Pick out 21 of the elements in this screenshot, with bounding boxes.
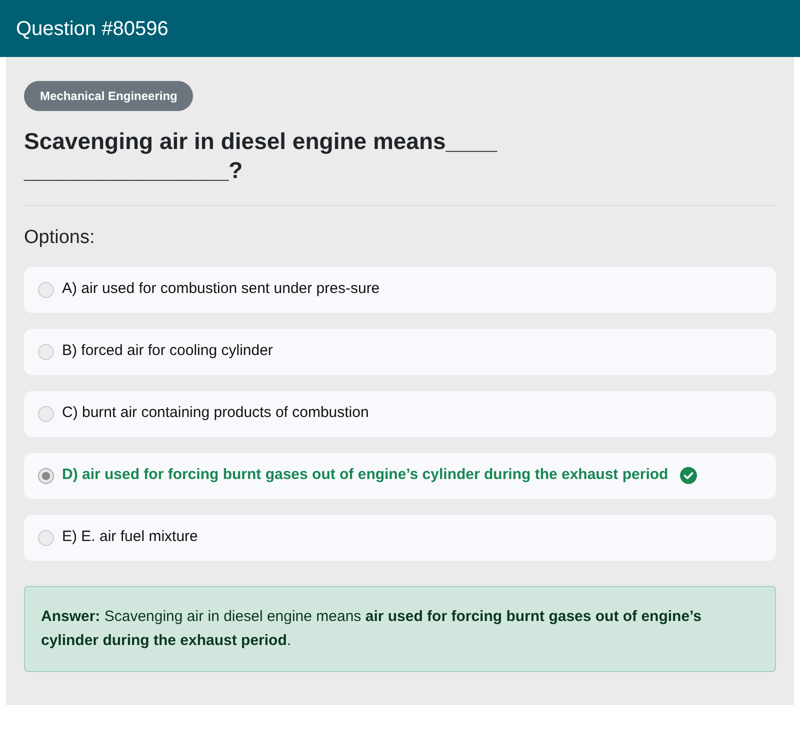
option-row[interactable]: E) E. air fuel mixture: [24, 514, 776, 560]
option-text: C) burnt air containing products of combustion: [62, 403, 369, 424]
radio-button[interactable]: [38, 344, 54, 360]
page-title: Question #80596: [16, 16, 168, 42]
radio-button[interactable]: [38, 468, 54, 484]
option-row[interactable]: D) air used for forcing burnt gases out of engine’s cylinder during the exhaust period: [24, 452, 776, 498]
options-label: Options:: [24, 226, 95, 250]
option-text: D) air used for forcing burnt gases out of engine’s cylinder during the exhaust period: [62, 465, 668, 486]
answer-text: Answer: Scavenging air in diesel engine means air used for forcing burnt gases out of engine’s cylinder during the exhaust period.: [41, 606, 703, 650]
option-row[interactable]: A) air used for combustion sent under pres-sure: [24, 266, 776, 312]
check-circle-icon: [680, 467, 698, 484]
option-row[interactable]: B) forced air for cooling cylinder: [24, 328, 776, 374]
option-row[interactable]: C) burnt air containing products of combustion: [24, 390, 776, 436]
option-text: E) E. air fuel mixture: [62, 527, 198, 548]
option-text: B) forced air for cooling cylinder: [62, 341, 273, 362]
category-tag: Mechanical Engineering: [24, 81, 194, 111]
question-text: Scavenging air in diesel engine means____________________?: [24, 127, 498, 185]
option-text: A) air used for combustion sent under pres-sure: [62, 279, 380, 300]
radio-button[interactable]: [38, 530, 54, 546]
radio-button[interactable]: [38, 406, 54, 422]
radio-button[interactable]: [38, 282, 54, 298]
